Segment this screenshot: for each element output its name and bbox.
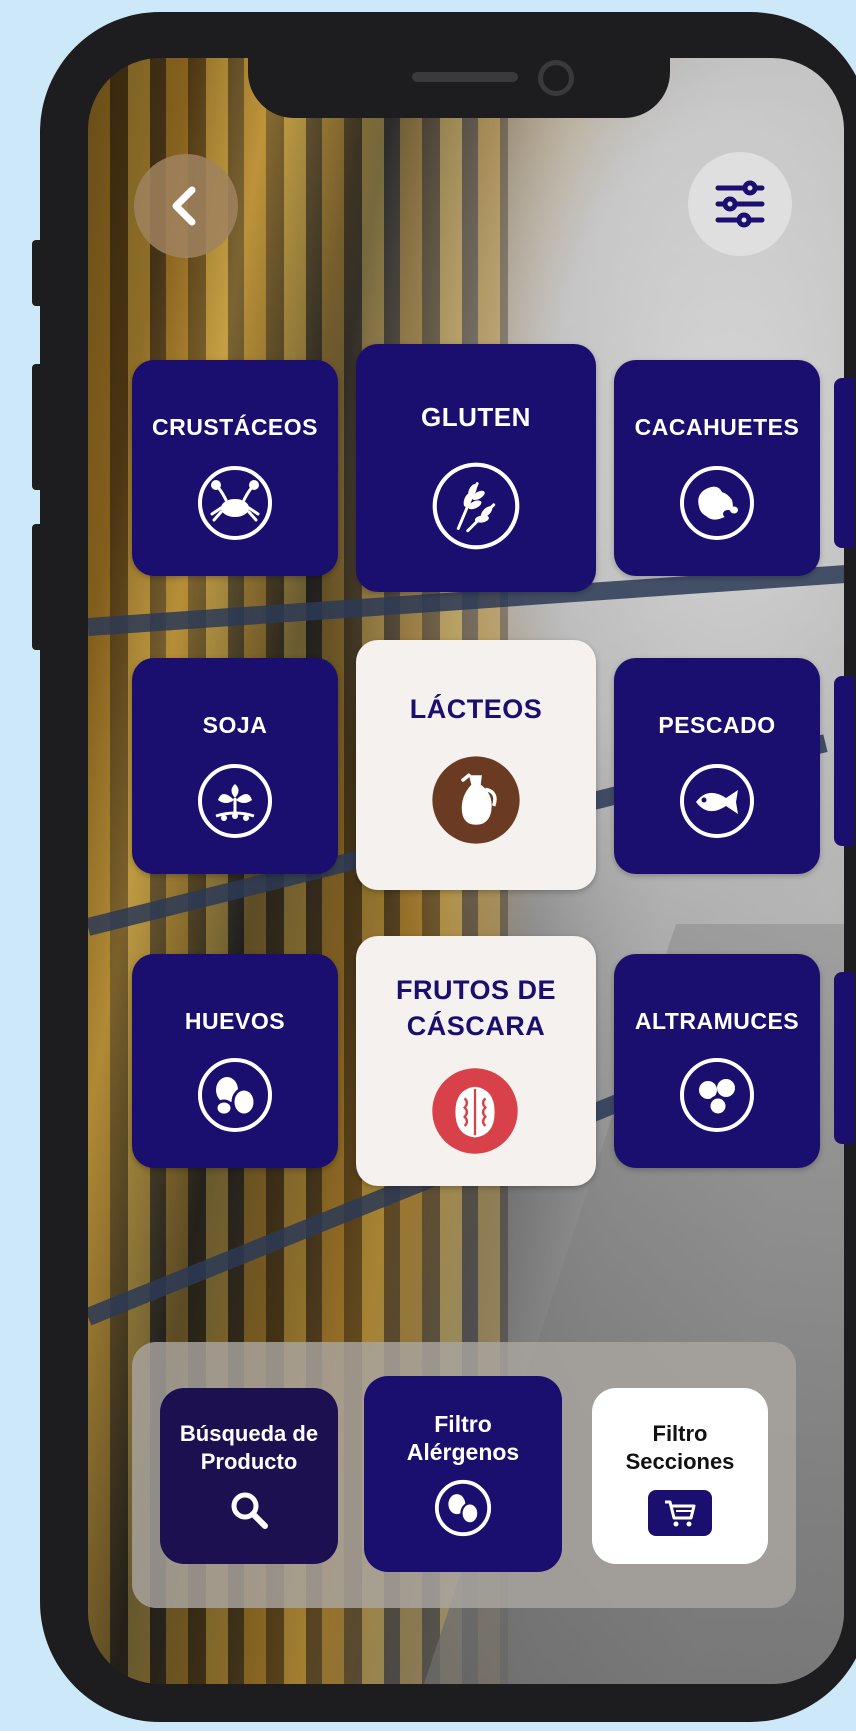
front-camera [538, 60, 574, 96]
fish-icon [680, 764, 754, 838]
cart-icon-badge [648, 1490, 712, 1536]
allergen-tile-altramuces[interactable]: ALTRAMUCES [614, 954, 820, 1168]
cart-icon [665, 1500, 696, 1527]
allergen-tile-frutos-de-cascara[interactable]: FRUTOS DE CÁSCARA [356, 936, 596, 1186]
notch [248, 58, 670, 118]
product-search-label-line2: Producto [200, 1449, 298, 1474]
allergen-label: GLUTEN [421, 402, 531, 432]
wheat-icon [432, 462, 520, 550]
sliders-icon [715, 180, 765, 228]
allergen-label: HUEVOS [184, 1008, 286, 1034]
section-filter-button[interactable]: Filtro Secciones [592, 1388, 768, 1564]
product-search-button[interactable]: Búsqueda de Producto [160, 1388, 338, 1564]
lupin-icon [680, 1058, 754, 1132]
volume-up-button [32, 364, 46, 490]
eggs-icon [198, 1058, 272, 1132]
allergen-label-line2: CÁSCARA [406, 1011, 546, 1041]
section-filter-label-line1: Filtro [652, 1421, 708, 1446]
milk-jug-icon [432, 756, 520, 844]
allergen-tile-gluten[interactable]: GLUTEN [356, 344, 596, 592]
search-icon [231, 1492, 268, 1529]
section-filter-label-line2: Secciones [625, 1449, 735, 1474]
allergen-filter-button[interactable]: Filtro Alérgenos [364, 1376, 562, 1572]
filter-settings-button[interactable] [688, 152, 792, 256]
peanut-icon [680, 466, 754, 540]
allergen-icon [434, 1479, 492, 1537]
allergen-tile-soja[interactable]: SOJA [132, 658, 338, 874]
allergen-tile-cacahuetes[interactable]: CACAHUETES [614, 360, 820, 576]
back-button[interactable] [134, 154, 238, 258]
allergen-label: CACAHUETES [634, 414, 800, 440]
allergen-tile-huevos[interactable]: HUEVOS [132, 954, 338, 1168]
allergen-label: SOJA [202, 712, 268, 738]
chevron-left-icon [172, 186, 196, 226]
soy-plant-icon [198, 764, 272, 838]
silent-switch [32, 240, 46, 306]
allergen-label: LÁCTEOS [409, 694, 543, 724]
crab-icon [198, 466, 272, 540]
volume-down-button [32, 524, 46, 650]
speaker [412, 72, 518, 82]
offscreen-tile [834, 676, 854, 846]
offscreen-tile [834, 378, 854, 548]
allergen-filter-label-line2: Alérgenos [406, 1439, 520, 1465]
allergen-tile-pescado[interactable]: PESCADO [614, 658, 820, 874]
allergen-label-line1: FRUTOS DE [395, 975, 556, 1005]
allergen-filter-label-line1: Filtro [434, 1411, 492, 1437]
walnut-icon [432, 1068, 518, 1154]
offscreen-tile [834, 972, 854, 1144]
allergen-label: CRUSTÁCEOS [151, 414, 318, 440]
allergen-tile-crustaceos[interactable]: CRUSTÁCEOS [132, 360, 338, 576]
allergen-label: ALTRAMUCES [634, 1008, 800, 1034]
allergen-label: PESCADO [658, 712, 776, 738]
allergen-tile-lacteos[interactable]: LÁCTEOS [356, 640, 596, 890]
product-search-label-line1: Búsqueda de [179, 1421, 319, 1446]
